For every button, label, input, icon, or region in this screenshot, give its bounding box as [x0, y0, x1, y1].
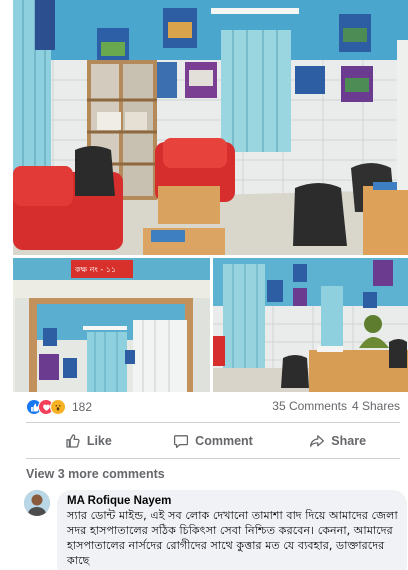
- comment-text: স্যার ডোন্ট মাইন্ড, এই সব লোক দেখানো তাম…: [67, 509, 398, 567]
- reaction-summary[interactable]: 182: [26, 399, 92, 415]
- post-photo-room-number[interactable]: কক্ষ নং - ১১: [13, 258, 210, 392]
- post-actions: Like Comment Share: [26, 425, 400, 457]
- thumbs-up-icon: [66, 434, 80, 448]
- view-more-comments-link[interactable]: View 3 more comments: [26, 467, 165, 481]
- office-room-photo: [13, 0, 408, 255]
- comment-bubble-icon: [174, 435, 189, 449]
- like-button[interactable]: Like: [26, 425, 151, 457]
- post-photo-main[interactable]: [13, 0, 408, 255]
- room-number-sign: কক্ষ নং - ১১: [74, 265, 116, 274]
- reaction-count: 182: [72, 400, 93, 414]
- comment-button-label: Comment: [195, 434, 253, 448]
- shares-count-link[interactable]: 4 Shares: [352, 399, 400, 413]
- share-button-label: Share: [331, 434, 367, 448]
- commenter-avatar[interactable]: [24, 490, 50, 516]
- user-avatar-icon: [24, 490, 50, 516]
- post-stats-bar: 182 35 Comments 4 Shares: [26, 398, 400, 418]
- share-button[interactable]: Share: [275, 425, 400, 457]
- comment-author-name[interactable]: MA Rofique Nayem: [67, 495, 398, 507]
- room-doorway-photo: কক্ষ নং - ১১: [13, 258, 210, 392]
- comment-button[interactable]: Comment: [151, 425, 276, 457]
- wow-reaction-icon: [50, 399, 66, 415]
- like-button-label: Like: [86, 434, 112, 448]
- comments-count-link[interactable]: 35 Comments: [272, 399, 347, 413]
- comment-item: MA Rofique Nayem স্যার ডোন্ট মাইন্ড, এই …: [24, 490, 408, 570]
- comment-bubble: MA Rofique Nayem স্যার ডোন্ট মাইন্ড, এই …: [57, 490, 407, 570]
- share-arrow-icon: [310, 435, 325, 447]
- stats-divider: [26, 422, 400, 423]
- actions-divider: [26, 458, 400, 459]
- post-photo-clinic-desk[interactable]: [213, 258, 408, 392]
- clinic-desk-photo: [213, 258, 408, 392]
- post-photo-grid: কক্ষ নং - ১১: [0, 0, 408, 392]
